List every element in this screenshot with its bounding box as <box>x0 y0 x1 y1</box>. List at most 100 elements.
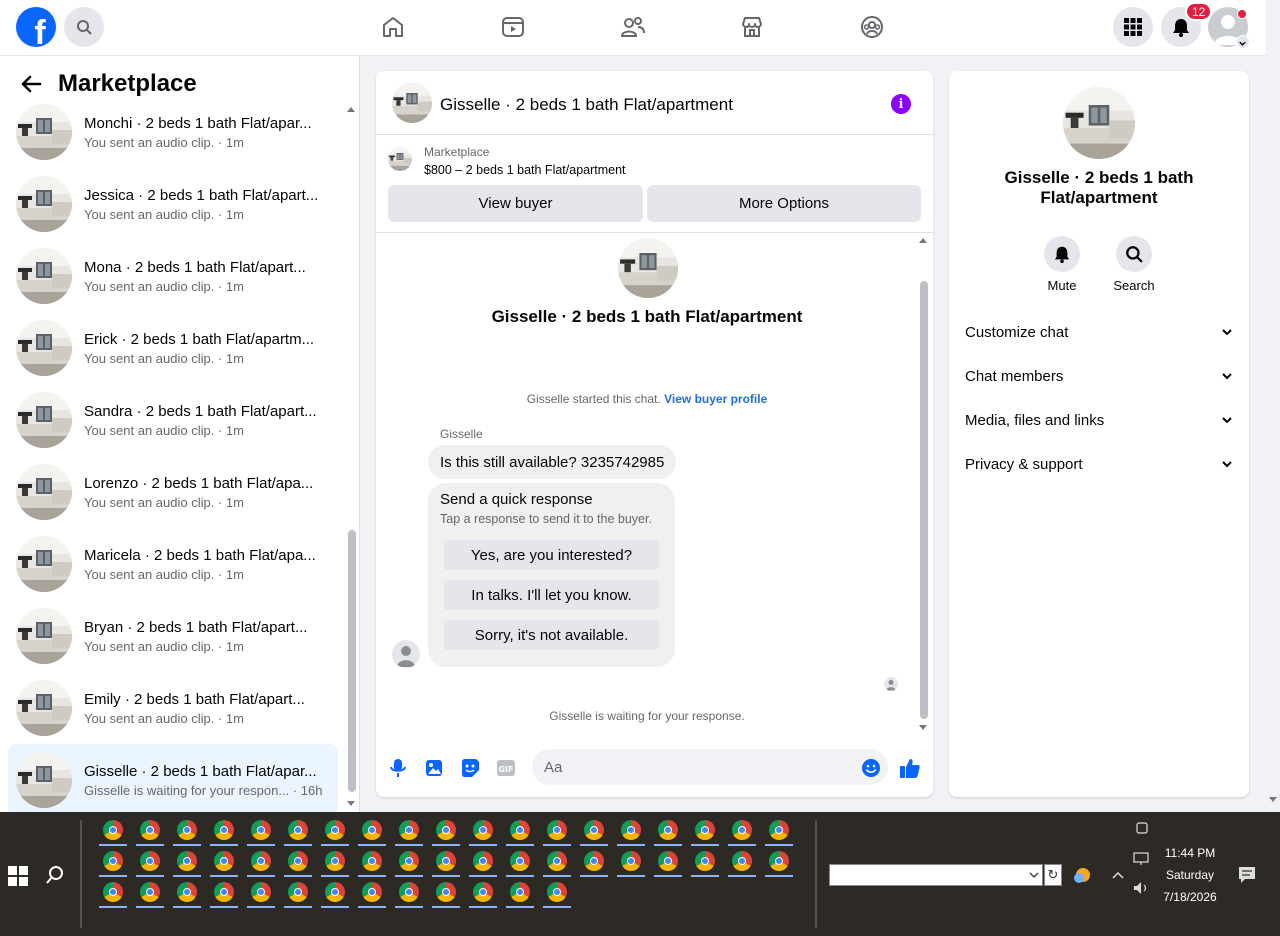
account-chevron-icon[interactable] <box>1236 35 1250 49</box>
chrome-icon[interactable] <box>473 820 493 840</box>
privacy-support-row[interactable]: Privacy & support <box>965 444 1233 484</box>
conversation-item[interactable]: Lorenzo · 2 beds 1 bath Flat/apa... You s… <box>8 456 338 528</box>
chrome-icon[interactable] <box>695 851 715 871</box>
chrome-icon[interactable] <box>288 851 308 871</box>
chrome-icon[interactable] <box>658 851 678 871</box>
conversation-item[interactable]: Erick · 2 beds 1 bath Flat/apartm... You … <box>8 312 338 384</box>
search-button[interactable] <box>64 7 104 47</box>
nav-marketplace[interactable] <box>739 14 765 40</box>
page-scrollbar[interactable] <box>1266 0 1280 812</box>
conversation-item[interactable]: Sandra · 2 beds 1 bath Flat/apart... You … <box>8 384 338 456</box>
chrome-icon[interactable] <box>103 820 123 840</box>
chrome-icon[interactable] <box>621 851 641 871</box>
back-arrow-icon[interactable] <box>20 74 42 94</box>
chrome-icon[interactable] <box>177 820 197 840</box>
chrome-icon[interactable] <box>325 820 345 840</box>
conversation-item[interactable]: Jessica · 2 beds 1 bath Flat/apart... You… <box>8 168 338 240</box>
gif-button[interactable]: GIF <box>495 757 517 779</box>
network-icon[interactable] <box>1133 852 1149 866</box>
windows-start-icon[interactable] <box>8 866 28 886</box>
nav-groups[interactable] <box>859 14 885 40</box>
chrome-icon[interactable] <box>769 851 789 871</box>
chrome-icon[interactable] <box>103 851 123 871</box>
chrome-icon[interactable] <box>436 851 456 871</box>
sender-avatar[interactable] <box>392 640 420 668</box>
facebook-logo[interactable]: f <box>16 7 56 47</box>
chrome-icon[interactable] <box>510 882 530 902</box>
chrome-icon[interactable] <box>547 851 567 871</box>
chrome-icon[interactable] <box>547 820 567 840</box>
chrome-icon[interactable] <box>436 820 456 840</box>
chrome-icon[interactable] <box>510 851 530 871</box>
nav-home[interactable] <box>380 14 406 40</box>
chrome-icon[interactable] <box>214 820 234 840</box>
sticker-button[interactable] <box>459 757 481 779</box>
conversation-item[interactable]: Gisselle · 2 beds 1 bath Flat/apar... Gis… <box>8 744 338 816</box>
conversation-item[interactable]: Mona · 2 beds 1 bath Flat/apart... You se… <box>8 240 338 312</box>
listing-price[interactable]: $800 – 2 beds 1 bath Flat/apartment <box>424 163 626 177</box>
taskbar-search-icon[interactable] <box>44 864 66 886</box>
chrome-icon[interactable] <box>399 820 419 840</box>
more-options-button[interactable]: More Options <box>647 185 921 222</box>
chrome-icon[interactable] <box>251 820 271 840</box>
conversation-item[interactable]: Emily · 2 beds 1 bath Flat/apart... You s… <box>8 672 338 744</box>
chrome-icon[interactable] <box>399 882 419 902</box>
chrome-icon[interactable] <box>288 820 308 840</box>
chrome-icon[interactable] <box>584 820 604 840</box>
message-bubble[interactable]: Is this still available? 3235742985 <box>428 445 677 479</box>
chrome-icon[interactable] <box>732 820 752 840</box>
quick-response-in-talks[interactable]: In talks. I'll let you know. <box>444 580 659 610</box>
chrome-icon[interactable] <box>473 882 493 902</box>
chrome-icon[interactable] <box>769 820 789 840</box>
taskbar-address-field[interactable] <box>829 864 1043 886</box>
sidebar-scrollbar-thumb[interactable] <box>348 530 356 792</box>
mute-button[interactable]: Mute <box>1032 236 1092 293</box>
chrome-icon[interactable] <box>288 882 308 902</box>
chrome-icon[interactable] <box>214 851 234 871</box>
listing-small-thumbnail[interactable] <box>388 147 412 171</box>
chrome-icon[interactable] <box>362 820 382 840</box>
search-conversation-button[interactable]: Search <box>1104 236 1164 293</box>
chrome-icon[interactable] <box>140 882 160 902</box>
nav-friends[interactable] <box>620 14 646 40</box>
chrome-icon[interactable] <box>732 851 752 871</box>
chrome-icon[interactable] <box>325 882 345 902</box>
listing-thumbnail[interactable] <box>392 83 432 123</box>
chevron-up-icon[interactable] <box>1112 870 1124 880</box>
chrome-icon[interactable] <box>584 851 604 871</box>
chrome-icon[interactable] <box>658 820 678 840</box>
notification-center-icon[interactable] <box>1238 866 1256 884</box>
chrome-icon[interactable] <box>251 882 271 902</box>
chrome-icon[interactable] <box>140 851 160 871</box>
like-button[interactable] <box>899 757 921 779</box>
customize-chat-row[interactable]: Customize chat <box>965 312 1233 352</box>
nav-watch[interactable] <box>500 14 526 40</box>
voice-clip-button[interactable] <box>387 757 409 779</box>
conversation-item[interactable]: Monchi · 2 beds 1 bath Flat/apar... You s… <box>8 96 338 168</box>
message-input[interactable] <box>532 749 888 785</box>
view-buyer-profile-link[interactable]: View buyer profile <box>664 392 767 406</box>
chrome-icon[interactable] <box>177 882 197 902</box>
chrome-icon[interactable] <box>547 882 567 902</box>
chrome-icon[interactable] <box>362 851 382 871</box>
chat-title[interactable]: Gisselle · 2 beds 1 bath Flat/apartment <box>440 95 733 115</box>
address-dropdown-chevron-icon[interactable] <box>1029 870 1039 880</box>
info-icon[interactable]: i <box>891 94 911 114</box>
chrome-icon[interactable] <box>621 820 641 840</box>
chrome-icon[interactable] <box>251 851 271 871</box>
taskbar-date[interactable]: 7/18/2026 <box>1150 890 1230 904</box>
chrome-icon[interactable] <box>177 851 197 871</box>
taskbar-day[interactable]: Saturday <box>1150 868 1230 882</box>
taskbar-time[interactable]: 11:44 PM <box>1150 846 1230 860</box>
thread-avatar[interactable] <box>618 238 678 298</box>
conversation-item[interactable]: Bryan · 2 beds 1 bath Flat/apart... You s… <box>8 600 338 672</box>
view-buyer-button[interactable]: View buyer <box>388 185 643 222</box>
attach-photo-button[interactable] <box>423 757 445 779</box>
chrome-icon[interactable] <box>103 882 123 902</box>
menu-button[interactable] <box>1113 7 1153 47</box>
chrome-icon[interactable] <box>325 851 345 871</box>
chrome-icon[interactable] <box>362 882 382 902</box>
refresh-icon[interactable]: ↻ <box>1044 864 1062 886</box>
chrome-icon[interactable] <box>510 820 530 840</box>
emoji-button[interactable] <box>860 757 882 779</box>
